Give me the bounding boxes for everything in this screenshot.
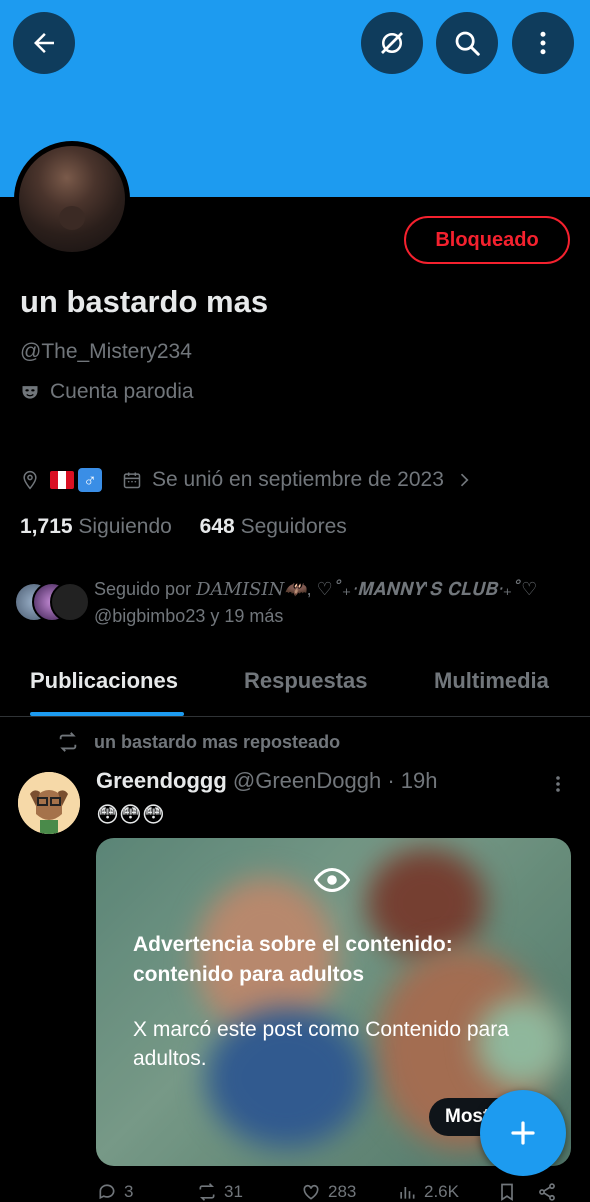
bookmark-action[interactable] <box>496 1182 518 1202</box>
chevron-right-icon[interactable] <box>454 470 474 490</box>
user-handle: @The_Mistery234 <box>20 340 192 363</box>
tab-replies[interactable]: Respuestas <box>244 668 368 694</box>
parody-label: Cuenta parodia <box>20 380 194 404</box>
following-count: 1,715 <box>20 515 73 538</box>
plus-icon <box>511 1121 535 1145</box>
like-count: 283 <box>328 1182 357 1201</box>
eye-icon <box>314 867 350 893</box>
tab-media[interactable]: Multimedia <box>434 668 549 694</box>
mutual-avatars <box>14 582 90 622</box>
post-header: Greendoggg @GreenDoggh · 19h <box>96 768 437 794</box>
post-author-name[interactable]: Greendoggg <box>96 768 227 793</box>
warning-body: X marcó este post como Contenido para ad… <box>133 1018 509 1070</box>
like-action[interactable]: 283 <box>300 1182 356 1202</box>
back-button[interactable] <box>13 12 75 74</box>
mutual-avatar-3 <box>50 582 90 622</box>
dog-avatar-icon <box>18 772 80 834</box>
view-count: 2.6K <box>424 1182 459 1201</box>
followed-by-prefix: Seguido por <box>94 579 197 599</box>
following-link[interactable]: 1,715 Siguiendo <box>20 515 172 538</box>
repost-text: un bastardo mas reposteado <box>94 731 341 752</box>
display-name: un bastardo mas <box>20 284 269 319</box>
followers-label: Seguidores <box>240 515 347 538</box>
followed-by-text: Seguido por 𝐷𝐴𝑀𝐼𝑆𝐼𝑁🦇, ♡˚₊‧𝐌𝐀𝐍𝐍𝐘'𝐒 𝐂𝐋𝐔𝐁‧₊… <box>94 576 537 629</box>
post-time: · 19h <box>381 768 438 793</box>
followers-count: 648 <box>199 515 235 538</box>
repost-count: 31 <box>224 1182 243 1201</box>
warning-title: Advertencia sobre el contenido: contenid… <box>133 933 453 986</box>
share-icon <box>539 1183 555 1201</box>
followed-by-user-2: ♡˚₊‧𝐌𝐀𝐍𝐍𝐘'𝐒 𝐂𝐋𝐔𝐁‧₊˚♡ <box>316 579 538 600</box>
repost-indicator: un bastardo mas reposteado <box>56 731 340 753</box>
post-actions: 3 31 283 2.6K <box>96 1182 590 1202</box>
more-vertical-icon <box>540 31 546 55</box>
heart-icon <box>303 1184 319 1200</box>
search-icon <box>455 31 480 56</box>
views-action[interactable]: 2.6K <box>396 1182 459 1202</box>
location-icon <box>23 470 37 490</box>
follow-stats: 1,715 Siguiendo 648 Seguidores <box>20 515 347 539</box>
share-action[interactable] <box>536 1182 558 1202</box>
profile-meta: ♂ Se unió en septiembre de 2023 <box>20 468 474 492</box>
reply-count: 3 <box>124 1182 134 1201</box>
calendar-icon <box>123 472 141 489</box>
repost-icon <box>59 732 77 752</box>
followed-by[interactable]: Seguido por 𝐷𝐴𝑀𝐼𝑆𝐼𝑁🦇, ♡˚₊‧𝐌𝐀𝐍𝐍𝐘'𝐒 𝐂𝐋𝐔𝐁‧₊… <box>14 576 590 632</box>
arrow-left-icon <box>34 33 54 53</box>
post-text: 😳😳😳 <box>96 802 165 827</box>
followed-by-more: @bigbimbo23 y 19 más <box>94 606 284 626</box>
post-author-handle[interactable]: @GreenDoggh <box>233 768 381 793</box>
more-button[interactable] <box>512 12 574 74</box>
profile-tabs: Publicaciones Respuestas Multimedia <box>0 660 590 717</box>
followed-by-user-1: 𝐷𝐴𝑀𝐼𝑆𝐼𝑁🦇 <box>196 579 307 600</box>
grok-icon <box>381 32 403 54</box>
reply-icon <box>99 1184 115 1200</box>
mask-icon <box>22 386 38 399</box>
views-icon <box>400 1187 415 1199</box>
repost-icon <box>199 1183 215 1201</box>
post-author-avatar[interactable] <box>18 772 80 834</box>
parody-text: Cuenta parodia <box>50 380 194 403</box>
compose-button[interactable] <box>480 1090 566 1176</box>
repost-action[interactable]: 31 <box>196 1182 243 1202</box>
blocked-button[interactable]: Bloqueado <box>404 216 570 264</box>
followers-link[interactable]: 648 Seguidores <box>200 515 347 538</box>
reply-action[interactable]: 3 <box>96 1182 133 1202</box>
post-more-icon[interactable] <box>546 770 570 798</box>
grok-button[interactable] <box>361 12 423 74</box>
tab-posts[interactable]: Publicaciones <box>30 668 178 694</box>
joined-date: Se unió en septiembre de 2023 <box>152 468 444 491</box>
peru-flag-icon <box>50 471 74 489</box>
bookmark-icon <box>501 1183 513 1202</box>
profile-avatar[interactable] <box>14 141 130 257</box>
avatar-image <box>19 146 125 252</box>
followed-by-separator: , <box>306 579 317 599</box>
following-label: Siguiendo <box>78 515 172 538</box>
active-tab-indicator <box>30 712 184 716</box>
male-sign-icon: ♂ <box>78 468 102 492</box>
search-button[interactable] <box>436 12 498 74</box>
